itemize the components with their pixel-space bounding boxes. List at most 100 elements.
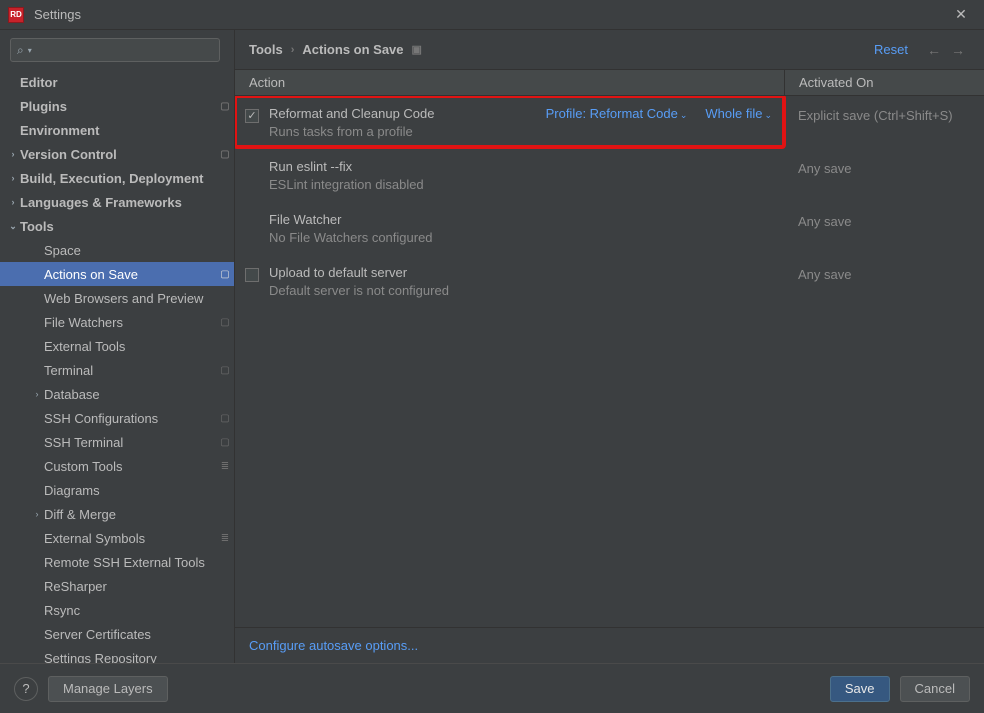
sidebar-item[interactable]: Actions on Save▢ xyxy=(0,262,234,286)
settings-sidebar: ⌕ ▾ EditorPlugins▢Environment›Version Co… xyxy=(0,30,235,663)
close-icon[interactable]: ✕ xyxy=(946,6,976,23)
row-checkbox[interactable] xyxy=(245,109,259,123)
chevron-down-icon: ⌄ xyxy=(680,110,688,120)
save-button[interactable]: Save xyxy=(830,676,890,702)
sidebar-item[interactable]: File Watchers▢ xyxy=(0,310,234,334)
scope-indicator-icon: ▢ xyxy=(216,149,234,160)
manage-layers-button[interactable]: Manage Layers xyxy=(48,676,168,702)
tree-expand-icon: › xyxy=(6,197,20,207)
chevron-down-icon: ⌄ xyxy=(764,110,772,120)
reset-link[interactable]: Reset xyxy=(874,42,908,57)
tree-expand-icon: › xyxy=(6,173,20,183)
row-checkbox[interactable] xyxy=(245,268,259,282)
sidebar-item-label: File Watchers xyxy=(44,315,216,330)
sidebar-item[interactable]: Remote SSH External Tools xyxy=(0,550,234,574)
window-title: Settings xyxy=(34,7,81,22)
sidebar-item[interactable]: External Tools xyxy=(0,334,234,358)
profile-dropdown[interactable]: Profile: Reformat Code⌄ xyxy=(546,106,688,121)
action-title: File Watcher xyxy=(269,212,772,227)
sidebar-item[interactable]: External Symbols≣ xyxy=(0,526,234,550)
sidebar-item[interactable]: ›Database xyxy=(0,382,234,406)
sidebar-item[interactable]: Diagrams xyxy=(0,478,234,502)
sidebar-item-label: Space xyxy=(44,243,216,258)
sidebar-item[interactable]: ›Diff & Merge xyxy=(0,502,234,526)
sidebar-item-label: External Symbols xyxy=(44,531,216,546)
sidebar-item-label: Rsync xyxy=(44,603,216,618)
sidebar-item-label: Environment xyxy=(20,123,216,138)
actions-table: Reformat and Cleanup CodeProfile: Reform… xyxy=(235,96,984,627)
activated-on: Any save xyxy=(784,159,984,192)
table-row: Upload to default server Default server i… xyxy=(235,255,984,308)
sidebar-item-label: Plugins xyxy=(20,99,216,114)
settings-content: Tools › Actions on Save ▣ Reset ← → Acti… xyxy=(235,30,984,663)
chevron-down-icon: ▾ xyxy=(28,46,32,55)
sidebar-item-label: Actions on Save xyxy=(44,267,216,282)
breadcrumb-leaf: Actions on Save xyxy=(302,42,403,57)
sidebar-item[interactable]: ›Version Control▢ xyxy=(0,142,234,166)
scope-indicator-icon: ▢ xyxy=(216,269,234,280)
scope-indicator-icon: ▢ xyxy=(216,437,234,448)
scope-indicator-icon: ▢ xyxy=(216,101,234,112)
sidebar-item[interactable]: Terminal▢ xyxy=(0,358,234,382)
sidebar-item[interactable]: Custom Tools≣ xyxy=(0,454,234,478)
scope-indicator-icon: ▢ xyxy=(216,317,234,328)
settings-tree[interactable]: EditorPlugins▢Environment›Version Contro… xyxy=(0,70,234,663)
sidebar-item[interactable]: Plugins▢ xyxy=(0,94,234,118)
tree-expand-icon: › xyxy=(30,509,44,519)
scope-indicator-icon: ▢ xyxy=(216,413,234,424)
sidebar-item-label: Settings Repository xyxy=(44,651,216,664)
scope-indicator-icon: ≣ xyxy=(216,533,234,544)
forward-icon[interactable]: → xyxy=(946,42,970,58)
sidebar-item[interactable]: Space xyxy=(0,238,234,262)
sidebar-item[interactable]: Editor xyxy=(0,70,234,94)
scope-indicator-icon: ▢ xyxy=(216,365,234,376)
sidebar-item[interactable]: ⌄Tools xyxy=(0,214,234,238)
sidebar-item-label: External Tools xyxy=(44,339,216,354)
chevron-right-icon: › xyxy=(291,44,295,56)
search-input[interactable]: ⌕ ▾ xyxy=(10,38,220,62)
sidebar-item[interactable]: SSH Terminal▢ xyxy=(0,430,234,454)
sidebar-item-label: Remote SSH External Tools xyxy=(44,555,216,570)
sidebar-item-label: Version Control xyxy=(20,147,216,162)
scope-dropdown[interactable]: Whole file⌄ xyxy=(705,106,772,121)
dialog-footer: ? Manage Layers Save Cancel xyxy=(0,663,984,713)
sidebar-item[interactable]: Rsync xyxy=(0,598,234,622)
sidebar-item[interactable]: SSH Configurations▢ xyxy=(0,406,234,430)
sidebar-item[interactable]: ›Build, Execution, Deployment xyxy=(0,166,234,190)
sidebar-item[interactable]: Server Certificates xyxy=(0,622,234,646)
titlebar: RD Settings ✕ xyxy=(0,0,984,30)
back-icon[interactable]: ← xyxy=(922,42,946,58)
sidebar-item-label: Diff & Merge xyxy=(44,507,216,522)
sidebar-item-label: SSH Configurations xyxy=(44,411,216,426)
cancel-button[interactable]: Cancel xyxy=(900,676,970,702)
content-header: Tools › Actions on Save ▣ Reset ← → xyxy=(235,30,984,70)
sidebar-item-label: Web Browsers and Preview xyxy=(44,291,216,306)
sidebar-item-label: Server Certificates xyxy=(44,627,216,642)
action-title: Reformat and Cleanup Code xyxy=(269,106,546,121)
tree-expand-icon: › xyxy=(30,389,44,399)
sidebar-item[interactable]: Web Browsers and Preview xyxy=(0,286,234,310)
configure-autosave-link[interactable]: Configure autosave options... xyxy=(235,627,984,663)
action-description: Default server is not configured xyxy=(269,283,772,298)
activated-on: Any save xyxy=(784,212,984,245)
app-icon: RD xyxy=(8,7,24,23)
col-action: Action xyxy=(235,70,784,95)
sidebar-item-label: ReSharper xyxy=(44,579,216,594)
sidebar-item[interactable]: ›Languages & Frameworks xyxy=(0,190,234,214)
sidebar-item[interactable]: Environment xyxy=(0,118,234,142)
action-title: Upload to default server xyxy=(269,265,772,280)
action-title: Run eslint --fix xyxy=(269,159,772,174)
scope-indicator-icon: ≣ xyxy=(216,461,234,472)
sidebar-item-label: Tools xyxy=(20,219,216,234)
help-button[interactable]: ? xyxy=(14,677,38,701)
sidebar-item-label: Custom Tools xyxy=(44,459,216,474)
sidebar-item[interactable]: Settings Repository xyxy=(0,646,234,663)
action-description: Runs tasks from a profile xyxy=(269,124,772,139)
sidebar-item[interactable]: ReSharper xyxy=(0,574,234,598)
breadcrumb-root[interactable]: Tools xyxy=(249,42,283,57)
sidebar-item-label: Build, Execution, Deployment xyxy=(20,171,216,186)
breadcrumb: Tools › Actions on Save ▣ xyxy=(249,42,422,57)
table-row: Run eslint --fixESLint integration disab… xyxy=(235,149,984,202)
sidebar-item-label: Diagrams xyxy=(44,483,216,498)
activated-on: Any save xyxy=(784,265,984,298)
